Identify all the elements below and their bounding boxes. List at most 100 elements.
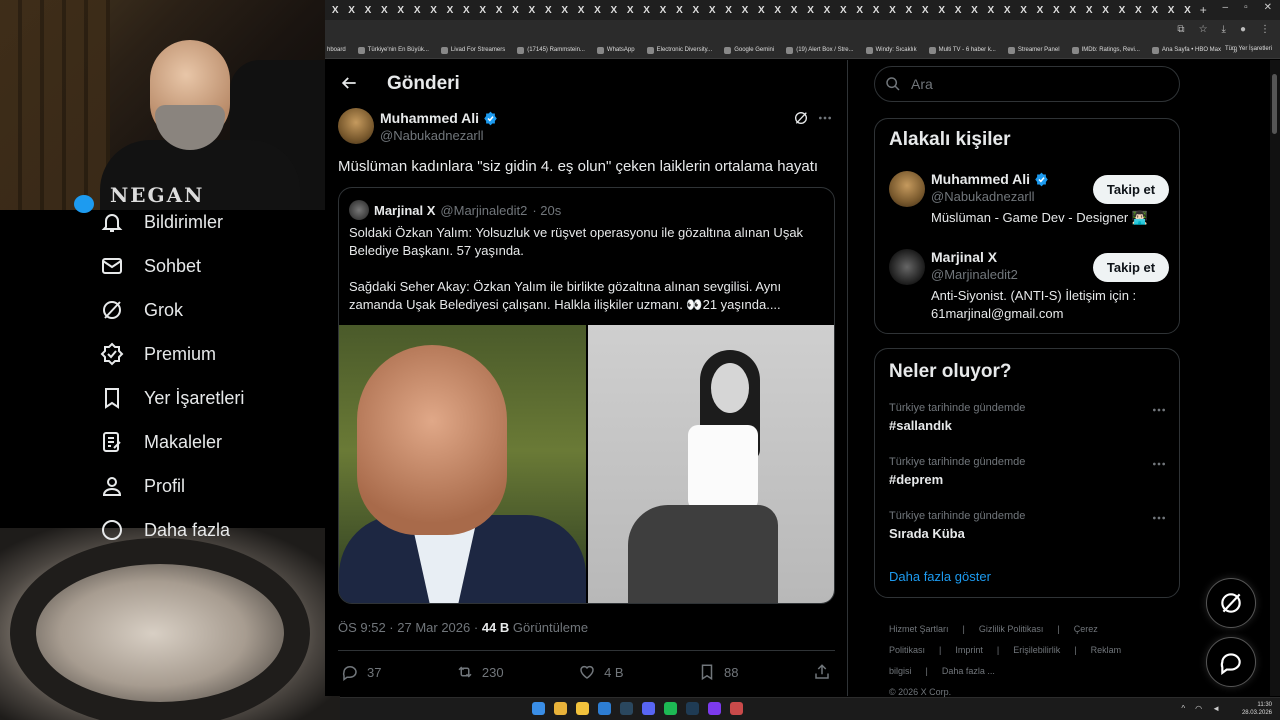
share-button[interactable]	[813, 663, 831, 681]
browser-tab[interactable]: X	[1048, 5, 1064, 16]
nav-item-more[interactable]: Daha fazla	[100, 518, 230, 542]
nav-item-profile[interactable]: Profil	[100, 474, 185, 498]
related-person-name[interactable]: Marjinal X	[931, 249, 997, 265]
quoted-post[interactable]: Marjinal X @Marjinaledit2 · 20s Soldaki …	[338, 187, 835, 604]
browser-tab[interactable]: X	[933, 5, 949, 16]
photo-left[interactable]	[339, 325, 586, 603]
browser-tab[interactable]: X	[835, 5, 851, 16]
browser-tab[interactable]: X	[360, 5, 376, 16]
start-icon[interactable]	[532, 702, 545, 715]
bookmark-item[interactable]: Windy: Sıcaklık	[865, 46, 917, 54]
browser-tab[interactable]: X	[770, 5, 786, 16]
bookmark-item[interactable]: Electronic Diversity...	[646, 46, 712, 54]
browser-tab[interactable]: X	[425, 5, 441, 16]
bookmark-star-icon[interactable]: ☆	[1199, 24, 1208, 35]
volume-icon[interactable]: ◄	[1212, 704, 1220, 713]
grok-explain-icon[interactable]	[793, 110, 809, 126]
nav-item-premium[interactable]: Premium	[100, 342, 216, 366]
browser-tab[interactable]: X	[327, 5, 343, 16]
more-options-icon[interactable]	[1151, 456, 1167, 472]
footer-link[interactable]: Daha fazla ...	[942, 666, 995, 676]
photo-right[interactable]	[588, 325, 834, 603]
related-person-avatar[interactable]	[889, 249, 925, 285]
footer-link[interactable]: Hizmet Şartları	[889, 624, 949, 634]
browser-tab[interactable]: X	[458, 5, 474, 16]
browser-tab[interactable]: X	[409, 5, 425, 16]
bookmark-item[interactable]: Multi TV - 6 haber k...	[928, 46, 996, 54]
browser-tab[interactable]: X	[917, 5, 933, 16]
browser-tab[interactable]: X	[573, 5, 589, 16]
browser-tab[interactable]: X	[720, 5, 736, 16]
browser-tab[interactable]: X	[704, 5, 720, 16]
browser-tab[interactable]: X	[802, 5, 818, 16]
extensions-icon[interactable]: ⧉	[1177, 24, 1184, 35]
bookmark-item[interactable]: Livad For Streamers	[440, 46, 505, 54]
browser-tab[interactable]: X	[753, 5, 769, 16]
app-icon[interactable]	[708, 702, 721, 715]
download-icon[interactable]: ⤓	[1222, 24, 1226, 35]
browser-tab[interactable]: X	[983, 5, 999, 16]
browser-tab[interactable]: X	[737, 5, 753, 16]
bookmark-item[interactable]: WhatsApp	[596, 46, 635, 54]
spotify-icon[interactable]	[664, 702, 677, 715]
search-input[interactable]: Ara	[874, 66, 1180, 102]
post-timestamp[interactable]: ÖS 9:52 · 27 Mar 2026 ·	[338, 620, 478, 635]
browser-tab[interactable]: X	[442, 5, 458, 16]
nav-item-articles[interactable]: Makaleler	[100, 430, 222, 454]
bookmark-item[interactable]: hboard	[327, 47, 346, 53]
browser-tab[interactable]: X	[1179, 5, 1195, 16]
bookmark-item[interactable]: (17145) Rammstein...	[517, 46, 585, 54]
tray-chevron-icon[interactable]: ^	[1181, 704, 1185, 713]
profile-icon[interactable]: ●	[1240, 24, 1246, 35]
maximize-button[interactable]: ▫	[1244, 2, 1248, 13]
trend-item[interactable]: Türkiye tarihinde gündemde #deprem	[889, 456, 1167, 487]
author-avatar-wrap[interactable]	[338, 108, 374, 144]
bookmark-item[interactable]: Google Gemini	[724, 46, 774, 54]
browser-tab[interactable]: X	[1147, 5, 1163, 16]
browser-tab[interactable]: X	[901, 5, 917, 16]
scrollbar-thumb[interactable]	[1272, 74, 1277, 134]
related-person-avatar[interactable]	[889, 171, 925, 207]
footer-link[interactable]: Imprint	[955, 645, 983, 655]
related-person-name[interactable]: Muhammed Ali	[931, 171, 1049, 187]
browser-tab[interactable]: X	[884, 5, 900, 16]
all-bookmarks-folder[interactable]: Tüm Yer İşaretleri	[1225, 46, 1272, 52]
more-options-icon[interactable]	[1151, 402, 1167, 418]
browser-tab[interactable]: X	[622, 5, 638, 16]
related-person[interactable]: Muhammed Ali @Nabukadnezarll Müslüman - …	[889, 171, 1169, 231]
footer-link[interactable]: Gizlilik Politikası	[979, 624, 1044, 634]
browser-tab[interactable]: X	[1065, 5, 1081, 16]
nav-item-grok[interactable]: Grok	[100, 298, 183, 322]
reply-button[interactable]: 37	[341, 663, 381, 681]
browser-tab[interactable]: X	[540, 5, 556, 16]
browser-tab[interactable]: X	[819, 5, 835, 16]
repost-button[interactable]: 230	[456, 663, 504, 681]
grok-fab[interactable]	[1206, 578, 1256, 628]
author-handle[interactable]: @Nabukadnezarll	[380, 128, 484, 143]
browser-tab[interactable]: X	[376, 5, 392, 16]
browser-tab[interactable]: X	[393, 5, 409, 16]
browser-tab[interactable]: X	[1114, 5, 1130, 16]
bookmark-item[interactable]: (19) Alert Box / Stre...	[786, 46, 854, 54]
nav-item-chat[interactable]: Sohbet	[100, 254, 201, 278]
browser-tab[interactable]: X	[786, 5, 802, 16]
more-options-icon[interactable]	[817, 110, 833, 126]
taskbar-clock[interactable]: 11:30 28.03.2026	[1242, 701, 1272, 717]
discord-icon[interactable]	[642, 702, 655, 715]
browser-tab[interactable]: X	[966, 5, 982, 16]
browser-tab[interactable]: X	[868, 5, 884, 16]
more-options-icon[interactable]	[1151, 510, 1167, 526]
bookmark-item[interactable]: IMDb: Ratings, Revi...	[1071, 46, 1140, 54]
wifi-icon[interactable]: ◠	[1195, 704, 1202, 713]
follow-button[interactable]: Takip et	[1093, 175, 1169, 204]
browser-tab[interactable]: X	[671, 5, 687, 16]
app-icon[interactable]	[686, 702, 699, 715]
browser-tab[interactable]: X	[491, 5, 507, 16]
author-name[interactable]: Muhammed Ali	[380, 110, 498, 126]
bookmark-button[interactable]: 88	[698, 663, 739, 681]
close-window-button[interactable]: ✕	[1264, 2, 1272, 13]
steam-icon[interactable]	[620, 702, 633, 715]
browser-tab[interactable]: X	[556, 5, 572, 16]
browser-tab[interactable]: X	[1163, 5, 1179, 16]
browser-tab[interactable]: X	[1032, 5, 1048, 16]
